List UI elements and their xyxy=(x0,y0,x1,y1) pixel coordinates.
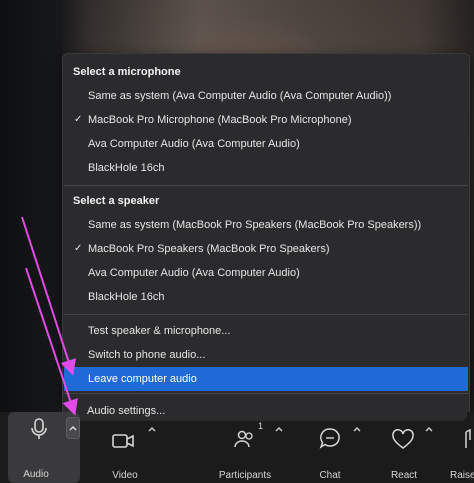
video-camera-icon xyxy=(112,434,134,448)
chevron-up-icon[interactable] xyxy=(147,424,157,434)
microphone-option-same-as-system[interactable]: Same as system (Ava Computer Audio (Ava … xyxy=(64,84,468,108)
participants-count-badge: 1 xyxy=(258,421,264,431)
chevron-up-icon[interactable] xyxy=(274,424,284,434)
audio-tool: Audio xyxy=(8,412,64,483)
react-heart-icon xyxy=(392,428,414,449)
raise-hand-icon xyxy=(465,428,471,448)
chevron-up-icon[interactable] xyxy=(424,424,434,434)
leave-computer-audio-item[interactable]: Leave computer audio xyxy=(64,367,468,391)
zoom-meeting-window: Select a microphone Same as system (Ava … xyxy=(0,0,474,483)
checkmark-icon: ✓ xyxy=(74,243,83,254)
menu-item-label: Switch to phone audio... xyxy=(88,349,206,361)
speaker-section-header: Select a speaker xyxy=(73,195,160,207)
checkmark-icon: ✓ xyxy=(74,114,83,125)
participants-icon xyxy=(234,430,253,448)
raise-hand-button[interactable]: Raise xyxy=(446,412,474,483)
video-label: Video xyxy=(112,470,138,481)
chat-icon xyxy=(319,428,340,449)
speaker-option-macbook-pro[interactable]: ✓ MacBook Pro Speakers (MacBook Pro Spea… xyxy=(64,237,468,261)
react-button[interactable]: React xyxy=(384,412,424,483)
participants-label: Participants xyxy=(218,470,272,481)
menu-item-label: Same as system (MacBook Pro Speakers (Ma… xyxy=(88,219,422,231)
menu-divider xyxy=(64,185,468,186)
microphone-option-macbook-pro[interactable]: ✓ MacBook Pro Microphone (MacBook Pro Mi… xyxy=(64,108,468,132)
audio-options-caret[interactable] xyxy=(66,417,80,439)
microphone-icon xyxy=(31,418,47,439)
speaker-option-same-as-system[interactable]: Same as system (MacBook Pro Speakers (Ma… xyxy=(64,213,468,237)
menu-item-label: MacBook Pro Speakers (MacBook Pro Speake… xyxy=(88,243,330,255)
speaker-option-ava[interactable]: Ava Computer Audio (Ava Computer Audio) xyxy=(64,261,468,285)
raise-label: Raise xyxy=(450,470,474,481)
chevron-up-icon xyxy=(69,426,77,431)
menu-item-label: BlackHole 16ch xyxy=(88,291,165,303)
microphone-option-blackhole[interactable]: BlackHole 16ch xyxy=(64,156,468,180)
microphone-option-ava[interactable]: Ava Computer Audio (Ava Computer Audio) xyxy=(64,132,468,156)
chat-label: Chat xyxy=(319,470,341,481)
menu-item-label: Leave computer audio xyxy=(88,373,197,385)
chat-button[interactable]: Chat xyxy=(312,412,348,483)
menu-item-label: MacBook Pro Microphone (MacBook Pro Micr… xyxy=(88,114,352,126)
participants-button[interactable]: Participants xyxy=(212,412,278,483)
menu-divider xyxy=(64,314,468,315)
menu-item-label: Same as system (Ava Computer Audio (Ava … xyxy=(88,90,392,102)
audio-label: Audio xyxy=(23,469,49,480)
switch-to-phone-audio-item[interactable]: Switch to phone audio... xyxy=(64,343,468,367)
menu-divider xyxy=(63,393,469,394)
video-button[interactable]: Video xyxy=(100,412,150,483)
menu-item-label: BlackHole 16ch xyxy=(88,162,165,174)
react-label: React xyxy=(390,470,418,481)
test-speaker-microphone-item[interactable]: Test speaker & microphone... xyxy=(64,319,468,343)
menu-item-label: Ava Computer Audio (Ava Computer Audio) xyxy=(88,267,300,279)
chevron-up-icon[interactable] xyxy=(352,424,362,434)
video-side-panel xyxy=(0,0,62,412)
microphone-section-header: Select a microphone xyxy=(73,66,181,78)
menu-item-label: Ava Computer Audio (Ava Computer Audio) xyxy=(88,138,300,150)
speaker-option-blackhole[interactable]: BlackHole 16ch xyxy=(64,285,468,309)
menu-item-label: Test speaker & microphone... xyxy=(88,325,231,337)
audio-options-menu: Select a microphone Same as system (Ava … xyxy=(62,53,470,405)
